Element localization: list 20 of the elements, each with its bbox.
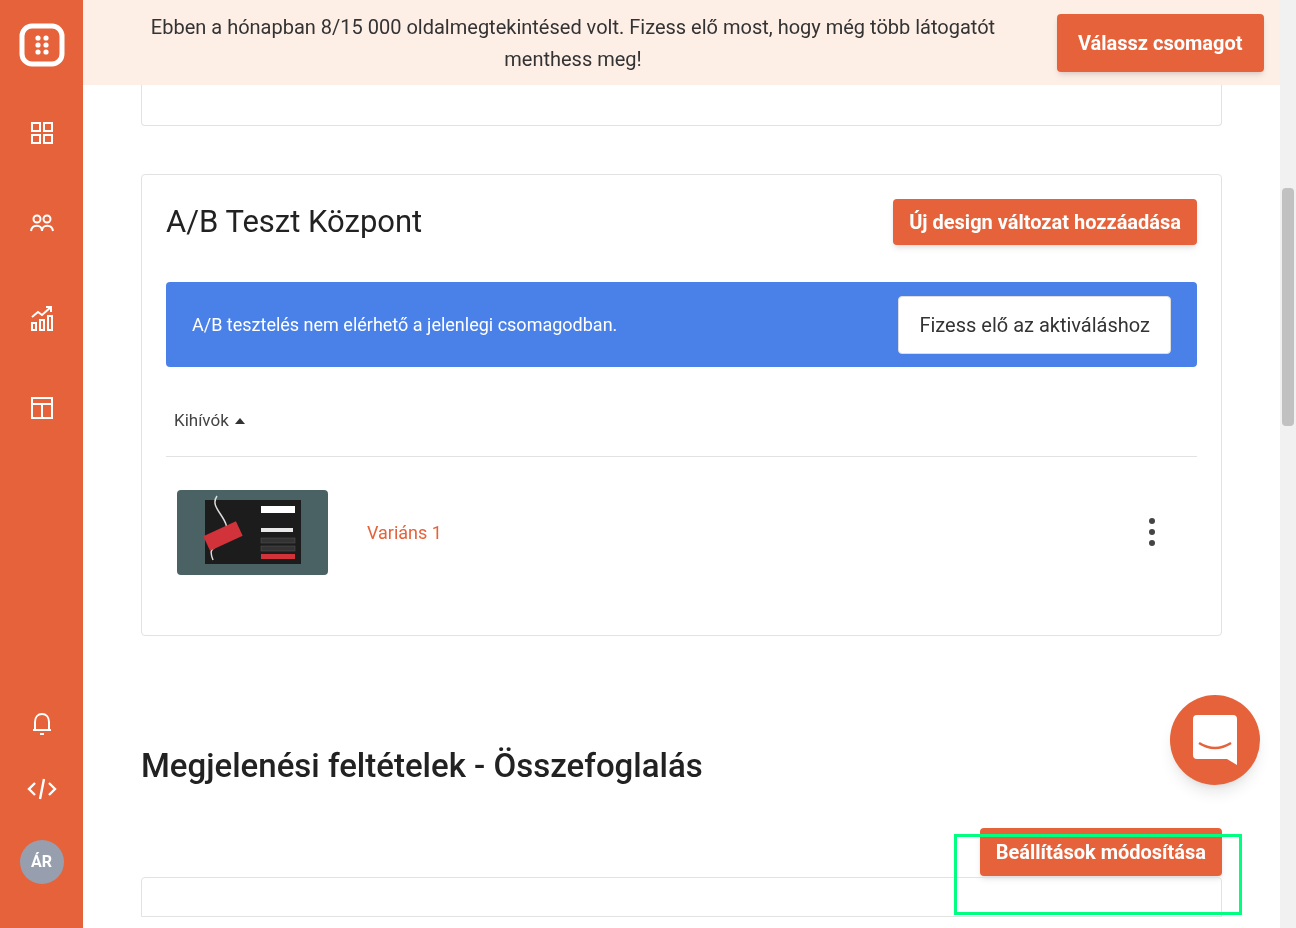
subscribe-button[interactable]: Fizess elő az aktiváláshoz xyxy=(898,295,1171,354)
chart-icon[interactable] xyxy=(30,305,53,331)
edit-settings-button[interactable]: Beállítások módosítása xyxy=(979,828,1222,876)
notice-text: A/B tesztelés nem elérhető a jelenlegi csomagodban. xyxy=(192,313,618,337)
card-title: A/B Teszt Központ xyxy=(166,202,423,242)
section-title: Megjelenési feltételek - Összefoglalás xyxy=(141,745,704,787)
choose-plan-button[interactable]: Válassz csomagot xyxy=(1057,13,1264,72)
more-options-icon[interactable] xyxy=(1149,518,1155,546)
chat-icon xyxy=(1193,715,1237,765)
layout-icon[interactable] xyxy=(30,397,53,419)
users-icon[interactable] xyxy=(29,214,54,232)
user-avatar[interactable]: ÁR xyxy=(19,840,64,884)
code-icon[interactable] xyxy=(26,778,57,800)
variant-name[interactable]: Variáns 1 xyxy=(367,518,442,546)
banner-text: Ebben a hónapban 8/15 000 oldalmegtekintésed volt. Fizess elő most, hogy még több látogatót menthess meg! xyxy=(149,13,997,73)
logo-icon[interactable] xyxy=(18,23,65,67)
dashboard-icon[interactable] xyxy=(30,122,53,144)
column-header[interactable]: Kihívók xyxy=(174,407,229,434)
add-variant-button[interactable]: Új design változat hozzáadása xyxy=(893,199,1197,245)
bell-icon[interactable] xyxy=(31,712,52,736)
